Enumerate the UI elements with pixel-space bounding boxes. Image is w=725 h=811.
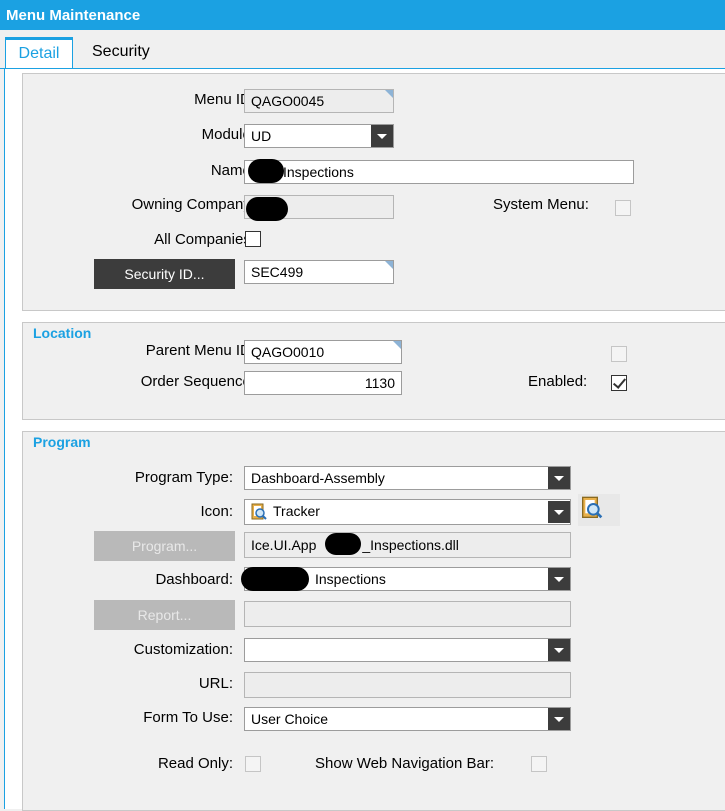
- report-field: [244, 601, 571, 627]
- customization-select[interactable]: [244, 638, 571, 662]
- program-type-select[interactable]: Dashboard-Assembly: [244, 466, 571, 490]
- chevron-down-icon[interactable]: [548, 467, 570, 489]
- redaction-mark: [248, 159, 284, 183]
- owning-company-label: Owning Company:: [131, 196, 255, 213]
- parent-menu-value: QAGO0010: [251, 344, 325, 360]
- program-title: Program: [33, 434, 91, 450]
- program-type-value: Dashboard-Assembly: [251, 470, 385, 486]
- form-to-use-select[interactable]: User Choice: [244, 707, 571, 731]
- chevron-down-icon[interactable]: [548, 568, 570, 590]
- system-menu-label: System Menu:: [493, 196, 589, 213]
- detail-panel: Menu ID: QAGO0045 Module: UD Name: Inspe…: [22, 73, 725, 311]
- program-type-label: Program Type:: [134, 469, 233, 486]
- redaction-mark: [325, 533, 361, 555]
- form-to-use-value: User Choice: [251, 711, 329, 727]
- all-companies-checkbox[interactable]: [245, 231, 261, 247]
- security-id-input[interactable]: SEC499: [244, 260, 394, 284]
- system-menu-checkbox: [615, 200, 631, 216]
- module-value: UD: [251, 128, 272, 144]
- read-only-label: Read Only:: [157, 755, 233, 772]
- order-sequence-label: Order Sequence:: [140, 373, 255, 390]
- form-to-use-label: Form To Use:: [143, 709, 233, 726]
- program-field: Ice.UI.App _Inspections.dll: [244, 532, 571, 558]
- menu-id-value: QAGO0045: [251, 93, 325, 109]
- parent-menu-label: Parent Menu ID:: [145, 342, 255, 359]
- web-nav-label: Show Web Navigation Bar:: [315, 755, 494, 772]
- security-id-button[interactable]: Security ID...: [94, 259, 235, 289]
- name-input[interactable]: Inspections: [244, 160, 634, 184]
- icon-select[interactable]: Tracker: [244, 499, 571, 525]
- program-value-suffix: _Inspections.dll: [362, 537, 459, 553]
- enabled-label: Enabled:: [528, 373, 588, 390]
- chevron-down-icon[interactable]: [371, 125, 393, 147]
- web-nav-checkbox: [531, 756, 547, 772]
- location-checkbox: [611, 346, 627, 362]
- order-sequence-value: 1130: [364, 375, 395, 391]
- redaction-mark: [241, 567, 309, 591]
- report-button: Report...: [94, 600, 235, 630]
- dashboard-label: Dashboard:: [155, 571, 233, 588]
- window-title: Menu Maintenance: [6, 7, 141, 24]
- detail-content: Menu ID: QAGO0045 Module: UD Name: Inspe…: [4, 69, 725, 811]
- icon-value: Tracker: [273, 503, 320, 519]
- program-panel: Program Program Type: Dashboard-Assembly…: [22, 431, 725, 811]
- tab-security[interactable]: Security: [84, 36, 158, 68]
- all-companies-label: All Companies:: [154, 231, 255, 248]
- customization-label: Customization:: [133, 641, 233, 658]
- title-bar: Menu Maintenance: [0, 0, 725, 30]
- url-field: [244, 672, 571, 698]
- tracker-icon: [251, 503, 267, 521]
- security-id-value: SEC499: [251, 264, 304, 280]
- module-select[interactable]: UD: [244, 124, 394, 148]
- tab-detail[interactable]: Detail: [5, 37, 73, 70]
- dashboard-value: Inspections: [315, 571, 386, 587]
- parent-menu-input[interactable]: QAGO0010: [244, 340, 402, 364]
- chevron-down-icon[interactable]: [548, 501, 570, 523]
- icon-label: Icon:: [200, 503, 233, 520]
- enabled-checkbox[interactable]: [611, 375, 627, 391]
- location-panel: Location Parent Menu ID: QAGO0010 Order …: [22, 322, 725, 420]
- chevron-down-icon[interactable]: [548, 639, 570, 661]
- chevron-down-icon[interactable]: [548, 708, 570, 730]
- order-sequence-input[interactable]: 1130: [244, 371, 402, 395]
- icon-preview: [578, 494, 620, 526]
- url-label: URL:: [198, 675, 233, 692]
- tab-strip: Detail Security: [0, 30, 725, 70]
- tracker-icon: [582, 496, 603, 519]
- location-title: Location: [33, 325, 92, 341]
- program-button: Program...: [94, 531, 235, 561]
- program-value-prefix: Ice.UI.App: [251, 537, 317, 553]
- redaction-mark: [246, 197, 288, 221]
- menu-id-field: QAGO0045: [244, 89, 394, 113]
- read-only-checkbox: [245, 756, 261, 772]
- name-value: Inspections: [283, 164, 354, 180]
